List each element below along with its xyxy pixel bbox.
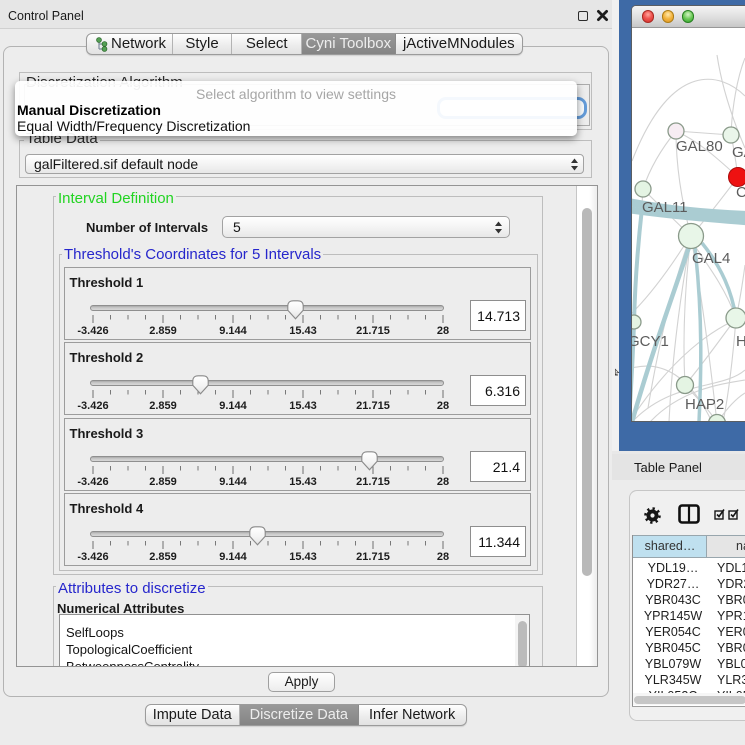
- svg-text:C: C: [736, 184, 745, 201]
- svg-text:HIS4: HIS4: [736, 333, 745, 350]
- svg-text:GAL11: GAL11: [642, 199, 688, 216]
- svg-text:GAL4: GAL4: [692, 250, 730, 267]
- svg-text:HAP2: HAP2: [685, 396, 724, 413]
- svg-text:GCY1: GCY1: [632, 333, 669, 350]
- svg-text:GAL1: GAL1: [732, 144, 745, 161]
- svg-text:GAL80: GAL80: [676, 138, 723, 155]
